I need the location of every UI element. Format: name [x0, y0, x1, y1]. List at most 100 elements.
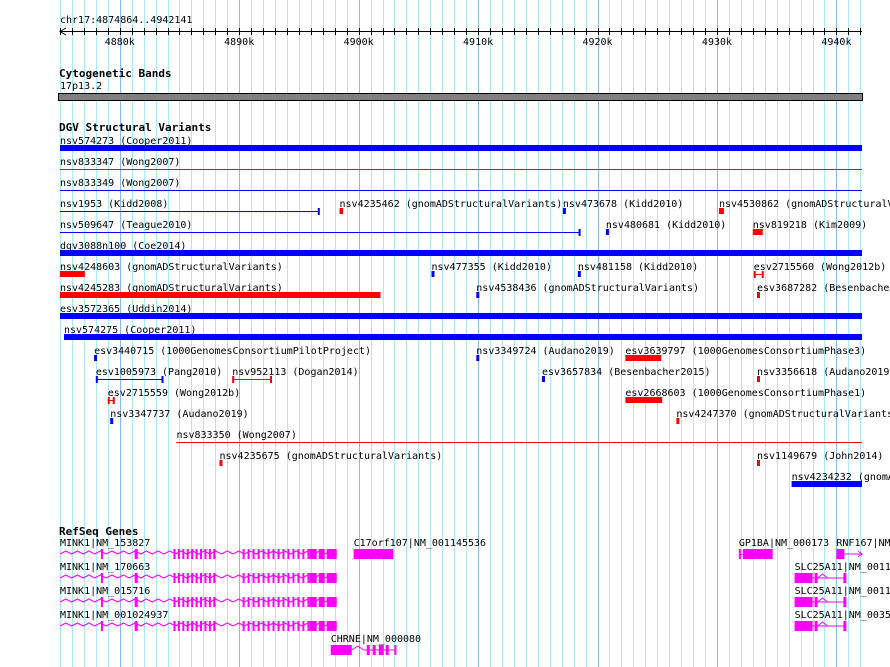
exon — [242, 621, 245, 631]
variant-bar[interactable] — [60, 145, 862, 151]
variant-block[interactable] — [476, 292, 480, 298]
gene-label[interactable]: GP1BA|NM_000173 — [739, 538, 829, 549]
variant-label[interactable]: nsv4248603 (gnomADStructuralVariants) — [60, 262, 283, 273]
variant-block[interactable] — [625, 355, 662, 361]
variant-label[interactable]: nsv1953 (Kidd2008) — [60, 199, 168, 210]
exon — [257, 621, 260, 631]
exon — [794, 573, 813, 583]
exon — [292, 597, 295, 607]
variant-bar[interactable] — [791, 481, 862, 487]
variant-label[interactable]: nsv477355 (Kidd2010) — [432, 262, 552, 273]
variant-label[interactable]: nsv3347737 (Audano2019) — [110, 409, 248, 420]
gene-label[interactable]: C17orf107|NM_001145536 — [354, 538, 486, 549]
gene-label[interactable]: MINK1|NM_001024937 — [60, 610, 168, 621]
gene-label[interactable]: MINK1|NM_153827 — [60, 538, 150, 549]
exon — [173, 621, 176, 631]
intron-line — [817, 573, 828, 579]
gene-label[interactable]: CHRNE|NM_000080 — [331, 634, 421, 645]
exon — [191, 573, 194, 583]
gene-label[interactable]: MINK1|NM_015716 — [60, 586, 150, 597]
variant-label[interactable]: esv2715559 (Wong2012b) — [108, 388, 240, 399]
gene-label[interactable]: MINK1|NM_170663 — [60, 562, 150, 573]
variant-label[interactable]: nsv4530862 (gnomADStructuralVariants) — [719, 199, 890, 210]
exon — [297, 573, 300, 583]
ruler-tick-label: 4930k — [702, 37, 732, 48]
variant-label[interactable]: nsv819218 (Kim2009) — [753, 220, 867, 231]
exon — [282, 549, 285, 559]
variant-label[interactable]: nsv473678 (Kidd2010) — [563, 199, 683, 210]
exon — [252, 573, 255, 583]
variant-bar[interactable] — [60, 313, 862, 319]
variant-label[interactable]: nsv833350 (Wong2007) — [176, 430, 296, 441]
exon — [836, 549, 845, 559]
exon — [277, 549, 280, 559]
variant-block[interactable] — [625, 397, 663, 403]
variant-bar[interactable] — [60, 250, 862, 256]
gene-label[interactable]: SLC25A11|NM_003562 — [795, 610, 890, 621]
variant-block[interactable] — [339, 208, 344, 214]
variant-line[interactable] — [60, 169, 862, 170]
exon — [252, 597, 255, 607]
variant-block[interactable] — [219, 460, 223, 466]
exon — [208, 549, 211, 559]
variant-block[interactable] — [562, 208, 566, 214]
variant-block[interactable] — [676, 418, 680, 424]
variant-bar[interactable] — [63, 334, 862, 340]
feature-layer: 4880k 4890k 4900k 4910k 4920k 4930k 4940knsv57… — [58, 27, 890, 655]
variant-block[interactable] — [431, 271, 435, 277]
variant-line[interactable] — [95, 379, 164, 380]
variant-block[interactable] — [718, 208, 724, 214]
variant-line[interactable] — [60, 190, 862, 191]
exon — [257, 597, 260, 607]
variant-label[interactable]: nsv952113 (Dogan2014) — [232, 367, 358, 378]
variant-block[interactable] — [60, 271, 85, 277]
variant-label[interactable]: nsv480681 (Kidd2010) — [606, 220, 726, 231]
variant-label[interactable]: nsv833349 (Wong2007) — [60, 178, 180, 189]
variant-label[interactable]: nsv4235462 (gnomADStructuralVariants) — [340, 199, 563, 210]
variant-label[interactable]: nsv1149679 (John2014) — [757, 451, 883, 462]
variant-line[interactable] — [60, 211, 319, 212]
variant-label[interactable]: nsv481158 (Kidd2010) — [578, 262, 698, 273]
exon — [297, 597, 300, 607]
variant-label[interactable]: nsv4247370 (gnomADStructuralVariants) — [676, 409, 890, 420]
variant-block[interactable] — [756, 460, 760, 466]
variant-line[interactable] — [232, 379, 273, 380]
variant-label[interactable]: esv2715560 (Wong2012b) — [754, 262, 886, 273]
variant-label[interactable]: nsv3356618 (Audano2019) — [757, 367, 890, 378]
exon — [307, 621, 310, 631]
variant-label[interactable]: esv3440715 (1000GenomesConsortiumPilotPr… — [94, 346, 371, 357]
variant-block[interactable] — [756, 376, 760, 382]
variant-label[interactable]: nsv4235675 (gnomADStructuralVariants) — [219, 451, 442, 462]
variant-line[interactable] — [60, 232, 580, 233]
variant-block[interactable] — [541, 376, 545, 382]
variant-label[interactable]: esv3657834 (Besenbacher2015) — [542, 367, 711, 378]
exon — [307, 573, 310, 583]
variant-block[interactable] — [110, 418, 114, 424]
variant-label[interactable]: nsv509647 (Teague2010) — [60, 220, 192, 231]
gene-label[interactable]: RNF167|NM_015528 — [836, 538, 890, 549]
variant-label[interactable]: nsv4538436 (gnomADStructuralVariants) — [476, 283, 699, 294]
variant-line[interactable] — [176, 442, 862, 443]
exon — [208, 597, 211, 607]
gene-label[interactable]: SLC25A11|NM_001165418 — [795, 586, 890, 597]
ruler-tick-label: 4890k — [224, 37, 254, 48]
variant-label[interactable]: nsv3349724 (Audano2019) — [476, 346, 614, 357]
variant-label[interactable]: nsv833347 (Wong2007) — [60, 157, 180, 168]
variant-block[interactable] — [752, 229, 763, 235]
exon — [177, 549, 180, 559]
variant-block[interactable] — [756, 292, 760, 298]
variant-block[interactable] — [476, 355, 480, 361]
variant-block[interactable] — [94, 355, 98, 361]
variant-block[interactable] — [60, 292, 381, 298]
exon — [200, 621, 203, 631]
variant-block[interactable] — [605, 229, 609, 235]
variant-block[interactable] — [577, 271, 581, 277]
exon — [100, 597, 103, 607]
variant-label[interactable]: esv3639797 (1000GenomesConsortiumPhase3) — [625, 346, 866, 357]
gene-label[interactable]: SLC25A11|NM_001165417 — [795, 562, 890, 573]
exon — [247, 621, 250, 631]
exon — [309, 573, 317, 583]
exon — [287, 597, 290, 607]
variant-label[interactable]: esv1005973 (Pang2010) — [96, 367, 222, 378]
variant-label[interactable]: esv3687282 (Besenbacher2015) — [757, 283, 890, 294]
